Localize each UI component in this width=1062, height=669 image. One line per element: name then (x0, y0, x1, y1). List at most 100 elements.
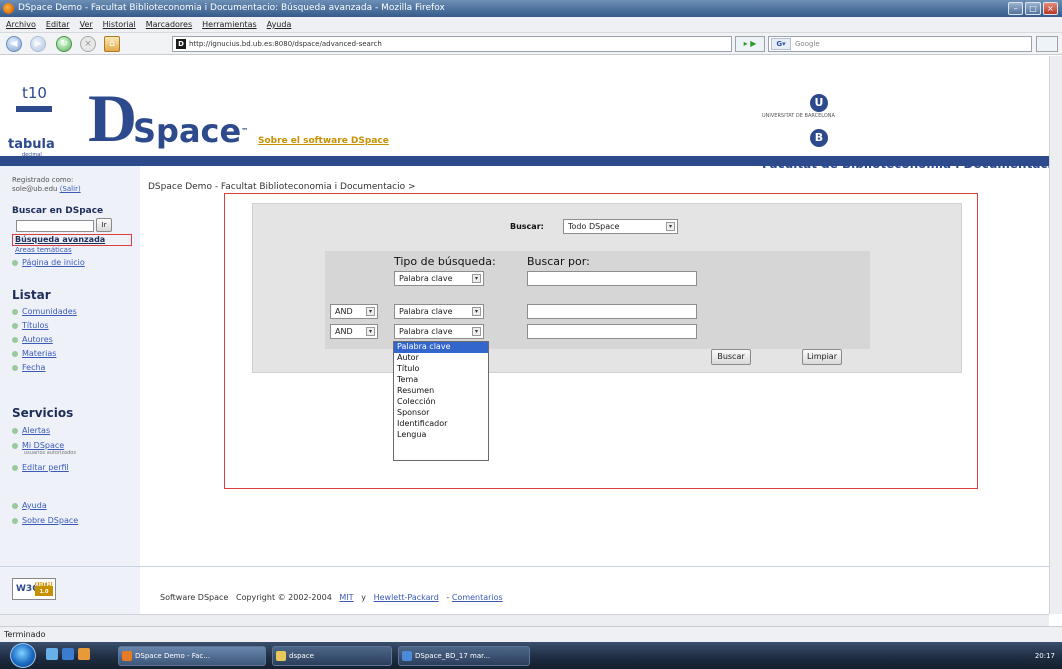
ie-icon[interactable] (62, 648, 74, 660)
query-input-2[interactable] (527, 304, 697, 319)
about-dspace-link[interactable]: Sobre el software DSpace (258, 136, 389, 146)
home-icon[interactable]: ⌂ (104, 36, 120, 52)
hp-link[interactable]: Hewlett-Packard (374, 593, 439, 602)
help-link[interactable]: Ayuda (12, 501, 47, 510)
dropdown-option-sponsor[interactable]: Sponsor (394, 408, 488, 419)
menu-bar: Archivo Editar Ver Historial Marcadores … (0, 17, 1062, 33)
browse-authors-link[interactable]: Autores (12, 335, 53, 344)
browse-communities-link[interactable]: Comunidades (12, 307, 77, 316)
chevron-down-icon: ▾ (666, 222, 675, 231)
tabula-top: t10 (22, 84, 47, 102)
document-icon (402, 651, 412, 661)
comments-link[interactable]: Comentarios (452, 593, 503, 602)
ub-u-icon: U (810, 94, 828, 112)
close-button[interactable]: × (1042, 2, 1058, 15)
browse-titles-link[interactable]: Títulos (12, 321, 49, 330)
navigation-toolbar: ◀ ▶ ↻ × ⌂ D http://ignucius.bd.ub.es:808… (0, 33, 1062, 55)
mit-link[interactable]: MIT (339, 593, 353, 602)
maximize-button[interactable]: □ (1025, 2, 1041, 15)
browse-date-link[interactable]: Fecha (12, 363, 45, 372)
show-desktop-icon[interactable] (46, 648, 58, 660)
go-button[interactable]: ▸ ▶ (735, 36, 765, 52)
field-select-1-value: Palabra clave (399, 274, 453, 283)
vertical-scrollbar[interactable] (1049, 56, 1062, 614)
alerts-link[interactable]: Alertas (12, 426, 50, 435)
dspace-logo-d[interactable]: D (88, 84, 137, 152)
forward-icon[interactable]: ▶ (30, 36, 46, 52)
menu-editar[interactable]: Editar (46, 17, 70, 32)
services-heading: Servicios (12, 406, 74, 420)
web-search-input[interactable]: G▾ Google (768, 36, 1032, 52)
firefox-icon (3, 3, 14, 14)
about-link[interactable]: Sobre DSpace (12, 516, 78, 525)
clock[interactable]: 20:17 (1035, 652, 1055, 660)
areas-link[interactable]: Áreas temáticas (15, 246, 72, 254)
window-title-bar: DSpace Demo - Facultat Biblioteconomia i… (0, 0, 1062, 17)
reload-icon[interactable]: ↻ (56, 36, 72, 52)
dropdown-option-language[interactable]: Lengua (394, 430, 488, 441)
site-favicon-icon: D (176, 39, 186, 49)
query-label: Buscar por: (527, 255, 590, 268)
field-select-2-value: Palabra clave (399, 307, 453, 316)
home-link[interactable]: Página de inicio (12, 258, 85, 267)
field-type-label: Tipo de búsqueda: (394, 255, 496, 268)
breadcrumb[interactable]: DSpace Demo - Facultat Biblioteconomia i… (148, 182, 416, 192)
query-input-1[interactable] (527, 271, 697, 286)
clear-button[interactable]: Limpiar (802, 349, 842, 365)
url-bar[interactable]: D http://ignucius.bd.ub.es:8080/dspace/a… (172, 36, 732, 52)
browse-subjects-link[interactable]: Materias (12, 349, 56, 358)
menu-ver[interactable]: Ver (80, 17, 93, 32)
window-title: DSpace Demo - Facultat Biblioteconomia i… (18, 3, 445, 13)
chevron-down-icon: ▾ (366, 327, 375, 336)
menu-marcadores[interactable]: Marcadores (146, 17, 192, 32)
conjunction-3-value: AND (335, 327, 353, 336)
my-dspace-link[interactable]: Mi DSpace (12, 441, 64, 450)
advanced-search-link[interactable]: Búsqueda avanzada (15, 235, 105, 244)
dropdown-option-collection[interactable]: Colección (394, 397, 488, 408)
menu-historial[interactable]: Historial (103, 17, 136, 32)
minimize-button[interactable]: – (1008, 2, 1024, 15)
menu-archivo[interactable]: Archivo (6, 17, 36, 32)
taskbar-item-document[interactable]: DSpace_BD_17 mar... (398, 646, 530, 666)
stop-icon[interactable]: × (80, 36, 96, 52)
w3c-xhtml-badge[interactable]: W3C XHTML 1.0 (12, 578, 56, 600)
start-button[interactable] (10, 643, 36, 668)
sidebar-search-input[interactable] (16, 220, 94, 232)
horizontal-scrollbar[interactable] (0, 614, 1049, 626)
taskbar-item-firefox-label: DSpace Demo - Fac... (135, 652, 210, 660)
dspace-logo-text[interactable]: Space™ (133, 114, 248, 148)
menu-herramientas[interactable]: Herramientas (202, 17, 257, 32)
dspace-logo-space: Space (133, 112, 242, 150)
taskbar-item-firefox[interactable]: DSpace Demo - Fac... (118, 646, 266, 666)
back-icon[interactable]: ◀ (6, 36, 22, 52)
menu-ayuda[interactable]: Ayuda (267, 17, 292, 32)
dropdown-option-abstract[interactable]: Resumen (394, 386, 488, 397)
browse-heading: Listar (12, 288, 51, 302)
field-select-2[interactable]: Palabra clave ▾ (394, 304, 484, 319)
page-content: t10 tabula decimal D Space™ Sobre el sof… (0, 56, 1049, 614)
field-select-3[interactable]: Palabra clave ▾ (394, 324, 484, 339)
field-dropdown-list: Palabra clave Autor Título Tema Resumen … (393, 341, 489, 461)
logout-link[interactable]: (Salir) (60, 185, 81, 193)
conjunction-select-2[interactable]: AND ▾ (330, 304, 378, 319)
dropdown-option-identifier[interactable]: Identificador (394, 419, 488, 430)
conjunction-select-3[interactable]: AND ▾ (330, 324, 378, 339)
taskbar-item-folder[interactable]: dspace (272, 646, 392, 666)
field-select-1[interactable]: Palabra clave ▾ (394, 271, 484, 286)
search-submit-button[interactable]: Buscar (711, 349, 751, 365)
tabula-logo[interactable]: t10 tabula decimal (8, 84, 60, 158)
scope-select[interactable]: Todo DSpace ▾ (563, 219, 678, 234)
dropdown-option-subject[interactable]: Tema (394, 375, 488, 386)
chevron-down-icon: ▾ (366, 307, 375, 316)
search-go-icon[interactable] (1036, 36, 1058, 52)
dropdown-option-author[interactable]: Autor (394, 353, 488, 364)
dropdown-option-title[interactable]: Título (394, 364, 488, 375)
query-input-3[interactable] (527, 324, 697, 339)
edit-profile-link[interactable]: Editar perfil (12, 463, 69, 472)
folder-icon[interactable] (78, 648, 90, 660)
trademark: ™ (241, 127, 249, 135)
ub-logo[interactable]: U UNIVERSITAT DE BARCELONA B (762, 94, 922, 147)
sidebar-go-button[interactable]: Ir (96, 218, 112, 232)
dropdown-option-keyword[interactable]: Palabra clave (394, 342, 488, 353)
field-select-3-value: Palabra clave (399, 327, 453, 336)
